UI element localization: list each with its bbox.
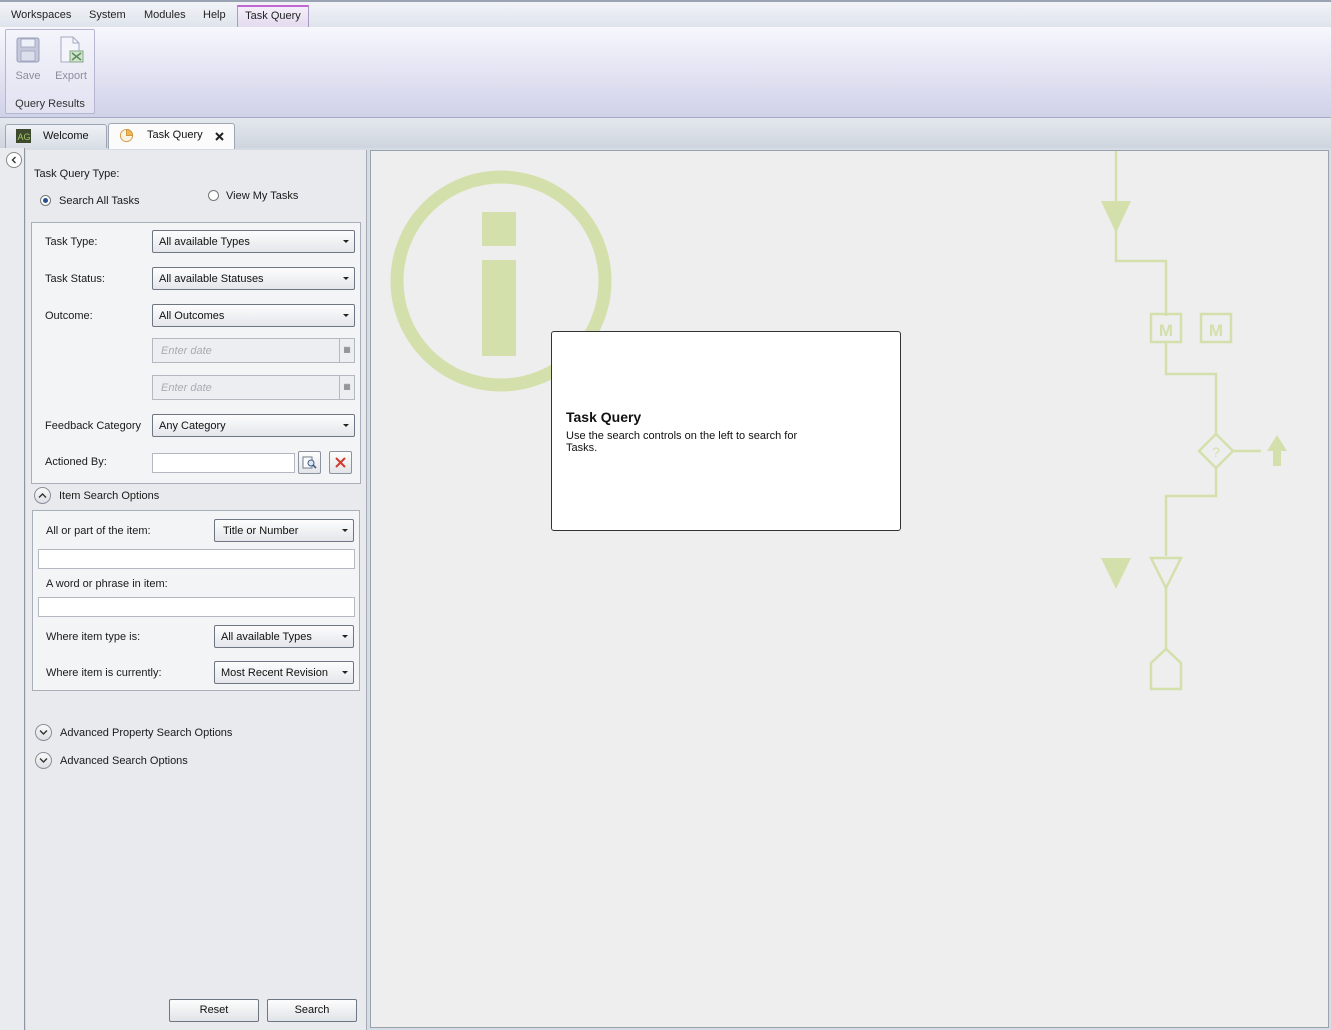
task-type-select[interactable]: All available Types [152, 230, 355, 253]
item-part-value: Title or Number [223, 525, 299, 537]
document-tab-strip: AG Welcome Task Query [0, 118, 1331, 149]
tab-task-query-label: Task Query [147, 129, 203, 141]
calendar-icon[interactable]: ▦ [339, 339, 354, 362]
word-phrase-input[interactable] [38, 597, 355, 617]
feedback-category-label: Feedback Category [45, 420, 141, 432]
info-title: Task Query [566, 409, 642, 425]
browse-user-button[interactable] [298, 451, 321, 474]
item-search-options-label[interactable]: Item Search Options [59, 490, 159, 502]
item-current-label: Where item is currently: [46, 667, 162, 679]
clear-user-button[interactable] [329, 451, 352, 474]
menu-help[interactable]: Help [203, 9, 226, 21]
dropdown-arrow-icon [343, 314, 349, 317]
search-button[interactable]: Search [267, 999, 357, 1022]
dropdown-arrow-icon [342, 635, 348, 638]
task-type-label: Task Type: [45, 236, 98, 248]
dropdown-arrow-icon [343, 424, 349, 427]
item-current-value: Most Recent Revision [221, 667, 328, 679]
results-content-area: M M ? [370, 150, 1329, 1028]
svg-text:M: M [1209, 321, 1223, 340]
outcome-select[interactable]: All Outcomes [152, 304, 355, 327]
date-to-placeholder: Enter date [161, 382, 212, 394]
radio-view-my-tasks[interactable] [208, 190, 219, 201]
task-criteria-group: Task Type: All available Types Task Stat… [31, 222, 361, 484]
menu-modules[interactable]: Modules [144, 9, 186, 21]
svg-text:AG: AG [18, 132, 31, 142]
item-part-select[interactable]: Title or Number [214, 519, 354, 542]
export-excel-icon [60, 36, 84, 63]
advanced-search-options-label[interactable]: Advanced Search Options [60, 755, 188, 767]
ribbon-group-query-results: Save Export Query Results [5, 29, 95, 114]
item-type-label: Where item type is: [46, 631, 141, 643]
workflow-watermark-icon: M M ? [1101, 151, 1287, 691]
tab-task-query[interactable]: Task Query [108, 123, 235, 149]
clear-icon [335, 457, 346, 468]
panel-collapse-strip [0, 148, 25, 1030]
chevron-left-icon [11, 156, 16, 164]
info-message-box: Task Query Use the search controls on th… [551, 331, 901, 531]
ribbon-group-label: Query Results [15, 98, 85, 110]
dropdown-arrow-icon [343, 240, 349, 243]
search-panel: Task Query Type: Search All Tasks View M… [26, 150, 367, 1030]
query-type-label: Task Query Type: [34, 168, 120, 180]
item-type-select[interactable]: All available Types [214, 625, 354, 648]
chevron-up-icon [38, 493, 47, 498]
item-search-options-toggle[interactable] [34, 487, 51, 504]
task-status-value: All available Statuses [159, 273, 264, 285]
actioned-by-label: Actioned By: [45, 456, 107, 468]
save-button[interactable]: Save [8, 34, 48, 86]
svg-text:?: ? [1212, 444, 1220, 460]
feedback-category-select[interactable]: Any Category [152, 414, 355, 437]
radio-search-all-label[interactable]: Search All Tasks [59, 195, 140, 207]
chevron-down-icon [39, 758, 48, 763]
dropdown-arrow-icon [342, 529, 348, 532]
save-label: Save [15, 70, 41, 82]
actioned-by-input[interactable] [152, 453, 295, 473]
reset-button[interactable]: Reset [169, 999, 259, 1022]
task-status-label: Task Status: [45, 273, 105, 285]
collapse-panel-button[interactable] [6, 152, 22, 168]
item-part-label: All or part of the item: [46, 525, 151, 537]
item-type-value: All available Types [221, 631, 312, 643]
item-search-group: All or part of the item: Title or Number… [32, 510, 360, 691]
advanced-property-options-label[interactable]: Advanced Property Search Options [60, 727, 232, 739]
outcome-label: Outcome: [45, 310, 93, 322]
advanced-property-options-toggle[interactable] [35, 724, 52, 741]
tab-welcome-label: Welcome [43, 130, 89, 142]
close-icon[interactable] [215, 132, 224, 141]
search-user-icon [302, 456, 317, 469]
date-from-field[interactable]: Enter date ▦ [152, 338, 355, 363]
dropdown-arrow-icon [342, 671, 348, 674]
export-label: Export [55, 70, 87, 82]
save-icon [16, 37, 40, 63]
word-phrase-label: A word or phrase in item: [46, 578, 168, 590]
calendar-icon[interactable]: ▦ [339, 376, 354, 399]
feedback-category-value: Any Category [159, 420, 226, 432]
menu-system[interactable]: System [89, 9, 126, 21]
tab-welcome[interactable]: AG Welcome [5, 124, 107, 148]
menu-workspaces[interactable]: Workspaces [11, 9, 71, 21]
radio-search-all-tasks[interactable] [40, 195, 51, 206]
app-logo-icon: AG [16, 129, 31, 143]
ribbon: Save Export Query Results [0, 27, 1331, 118]
menu-tab-task-query[interactable]: Task Query [237, 5, 309, 27]
item-part-input[interactable] [38, 549, 355, 569]
item-current-select[interactable]: Most Recent Revision [214, 661, 354, 684]
info-text: Use the search controls on the left to s… [566, 430, 798, 454]
task-status-select[interactable]: All available Statuses [152, 267, 355, 290]
advanced-search-options-toggle[interactable] [35, 752, 52, 769]
menu-bar: Workspaces System Modules Help Task Quer… [0, 0, 1331, 27]
export-button[interactable]: Export [51, 34, 91, 86]
svg-text:M: M [1159, 321, 1173, 340]
date-to-field[interactable]: Enter date ▦ [152, 375, 355, 400]
date-from-placeholder: Enter date [161, 345, 212, 357]
pie-chart-icon [119, 128, 134, 143]
dropdown-arrow-icon [343, 277, 349, 280]
radio-view-my-label[interactable]: View My Tasks [226, 190, 298, 202]
outcome-value: All Outcomes [159, 310, 225, 322]
chevron-down-icon [39, 730, 48, 735]
task-type-value: All available Types [159, 236, 250, 248]
